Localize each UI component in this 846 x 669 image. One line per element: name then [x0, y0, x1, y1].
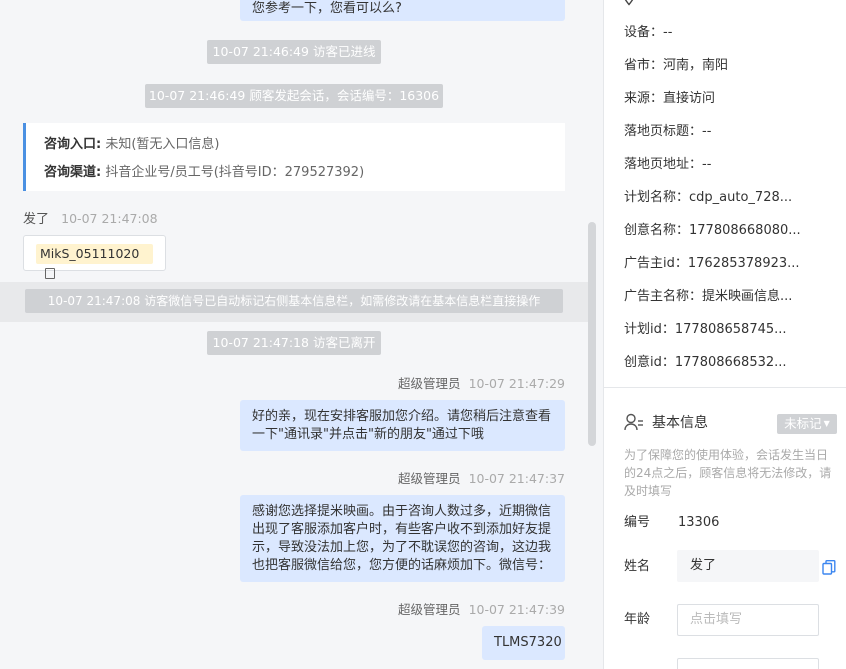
message-time: 10-07 21:47:29: [468, 376, 565, 391]
consult-entry-value: 未知(暂无入口信息): [105, 137, 220, 152]
visitor-info-panel: 设备：-- 省市：河南，南阳 来源：直接访问 落地页标题：-- 落地页地址：--…: [603, 0, 846, 669]
message-bubble: 好的亲，现在安排客服加您介绍。请您稍后注意查看一下"通讯录"并点击"新的朋友"通…: [240, 400, 565, 451]
consult-info-card: 咨询入口: 未知(暂无入口信息) 咨询渠道: 抖音企业号/员工号(抖音号ID：2…: [23, 123, 565, 191]
detail-device: 设备：--: [624, 23, 672, 43]
detail-value: 177808658745...: [674, 322, 787, 337]
wechat-id: MikS_05111020: [40, 246, 140, 261]
detail-advertiser-id: 广告主id：176285378923...: [624, 254, 800, 274]
id-value: 13306: [678, 515, 720, 530]
system-notice-autotag: 10-07 21:47:08 访客微信号已自动标记右侧基本信息栏，如需修改请在基…: [25, 289, 563, 313]
age-field[interactable]: 点击填写: [677, 604, 819, 636]
detail-value: 河南，南阳: [663, 58, 729, 73]
message-bubble: 您参考一下，您看可以么?: [240, 0, 565, 21]
basic-info-hint: 为了保障您的使用体验，会话发生当日的24点之后，顾客信息将无法修改，请及时填写: [624, 448, 832, 498]
age-label: 年龄: [624, 612, 651, 627]
caret-down-icon: ▼: [823, 419, 830, 428]
consult-channel-row: 咨询渠道: 抖音企业号/员工号(抖音号ID：279527392): [44, 159, 547, 187]
detail-value: 176285378923...: [687, 256, 800, 271]
copy-icon[interactable]: [45, 268, 55, 279]
tag-dropdown-label: 未标记: [784, 416, 822, 431]
visitor-sender-row: 发了 10-07 21:47:08: [23, 210, 158, 228]
wechat-card: MikS_05111020: [23, 235, 166, 279]
detail-value: 177808668532...: [674, 355, 787, 370]
message-text: 感谢您选择提米映画。由于咨询人数过多，近期微信出现了客服添加客户时，有些客户收不…: [252, 504, 552, 573]
detail-label: 计划id：: [624, 322, 675, 337]
wechat-id-tag: MikS_05111020: [36, 244, 153, 279]
message-sender: 超级管理员: [398, 471, 461, 486]
detail-label: 来源：: [624, 91, 664, 106]
visitor-message-time: 10-07 21:47:08: [61, 211, 158, 226]
message-text: 您参考一下，您看可以么?: [252, 1, 402, 16]
name-field[interactable]: 发了: [677, 550, 819, 582]
system-notice-leave: 10-07 21:47:18 访客已离开: [207, 331, 381, 355]
detail-value: 177808668080...: [689, 223, 801, 238]
detail-value: 提米映画信息...: [702, 289, 793, 304]
detail-creative-name: 创意名称：177808668080...: [624, 221, 801, 241]
system-notice-enter: 10-07 21:46:49 访客已进线: [207, 40, 381, 64]
message-sender-row: 超级管理员 10-07 21:47:39: [398, 601, 565, 619]
name-field-value: 发了: [690, 558, 717, 573]
detail-label: 创意id：: [624, 355, 675, 370]
detail-label: 创意名称：: [624, 223, 690, 238]
detail-value: 直接访问: [663, 91, 716, 106]
chat-scrollbar[interactable]: [588, 222, 596, 446]
location-pin-icon: [624, 0, 634, 6]
message-sender-row: 超级管理员 10-07 21:47:37: [398, 470, 565, 488]
basic-info-title: 基本信息: [624, 412, 708, 434]
detail-value: --: [702, 124, 712, 139]
chat-panel: 您参考一下，您看可以么? 10-07 21:46:49 访客已进线 10-07 …: [0, 0, 596, 669]
section-divider: [604, 387, 846, 388]
consult-channel-value: 抖音企业号/员工号(抖音号ID：279527392): [105, 165, 365, 180]
detail-label: 设备：: [624, 25, 664, 40]
next-field[interactable]: [677, 658, 819, 669]
message-sender: 超级管理员: [398, 602, 461, 617]
visitor-name: 发了: [23, 212, 50, 227]
user-icon: [624, 413, 643, 431]
system-notice-session: 10-07 21:46:49 顾客发起会话，会话编号：16306: [145, 84, 443, 108]
detail-label: 广告主名称：: [624, 289, 703, 304]
consult-channel-label: 咨询渠道:: [44, 165, 102, 180]
detail-value: cdp_auto_728...: [689, 190, 793, 205]
name-label: 姓名: [624, 559, 651, 574]
copy-icon[interactable]: [822, 560, 836, 575]
message-time: 10-07 21:47:39: [468, 602, 565, 617]
detail-label: 广告主id：: [624, 256, 688, 271]
detail-label: 落地页地址：: [624, 157, 703, 172]
message-sender: 超级管理员: [398, 376, 461, 391]
detail-value: --: [702, 157, 712, 172]
message-bubble: 感谢您选择提米映画。由于咨询人数过多，近期微信出现了客服添加客户时，有些客户收不…: [240, 495, 565, 582]
detail-creative-id: 创意id：177808668532...: [624, 353, 787, 373]
message-time: 10-07 21:47:37: [468, 471, 565, 486]
consult-entry-row: 咨询入口: 未知(暂无入口信息): [44, 131, 547, 159]
message-text: TLMS7320: [494, 635, 562, 650]
age-field-placeholder: 点击填写: [690, 612, 743, 627]
detail-province: 省市：河南，南阳: [624, 56, 728, 76]
message-bubble: TLMS7320: [482, 626, 565, 660]
id-label: 编号: [624, 515, 651, 530]
message-sender-row: 超级管理员 10-07 21:47:29: [398, 375, 565, 393]
basic-info-title-text: 基本信息: [652, 415, 708, 431]
detail-plan-name: 计划名称：cdp_auto_728...: [624, 188, 792, 208]
tag-dropdown-button[interactable]: 未标记 ▼: [777, 414, 837, 434]
detail-label: 省市：: [624, 58, 664, 73]
detail-source: 来源：直接访问: [624, 89, 715, 109]
detail-landing-title: 落地页标题：--: [624, 122, 711, 142]
message-text: 好的亲，现在安排客服加您介绍。请您稍后注意查看一下"通讯录"并点击"新的朋友"通…: [252, 409, 552, 442]
detail-label: 落地页标题：: [624, 124, 703, 139]
detail-value: --: [663, 25, 673, 40]
detail-label: 计划名称：: [624, 190, 690, 205]
detail-landing-url: 落地页地址：--: [624, 155, 711, 175]
detail-advertiser-name: 广告主名称：提米映画信息...: [624, 287, 792, 307]
detail-plan-id: 计划id：177808658745...: [624, 320, 787, 340]
consult-entry-label: 咨询入口:: [44, 137, 102, 152]
